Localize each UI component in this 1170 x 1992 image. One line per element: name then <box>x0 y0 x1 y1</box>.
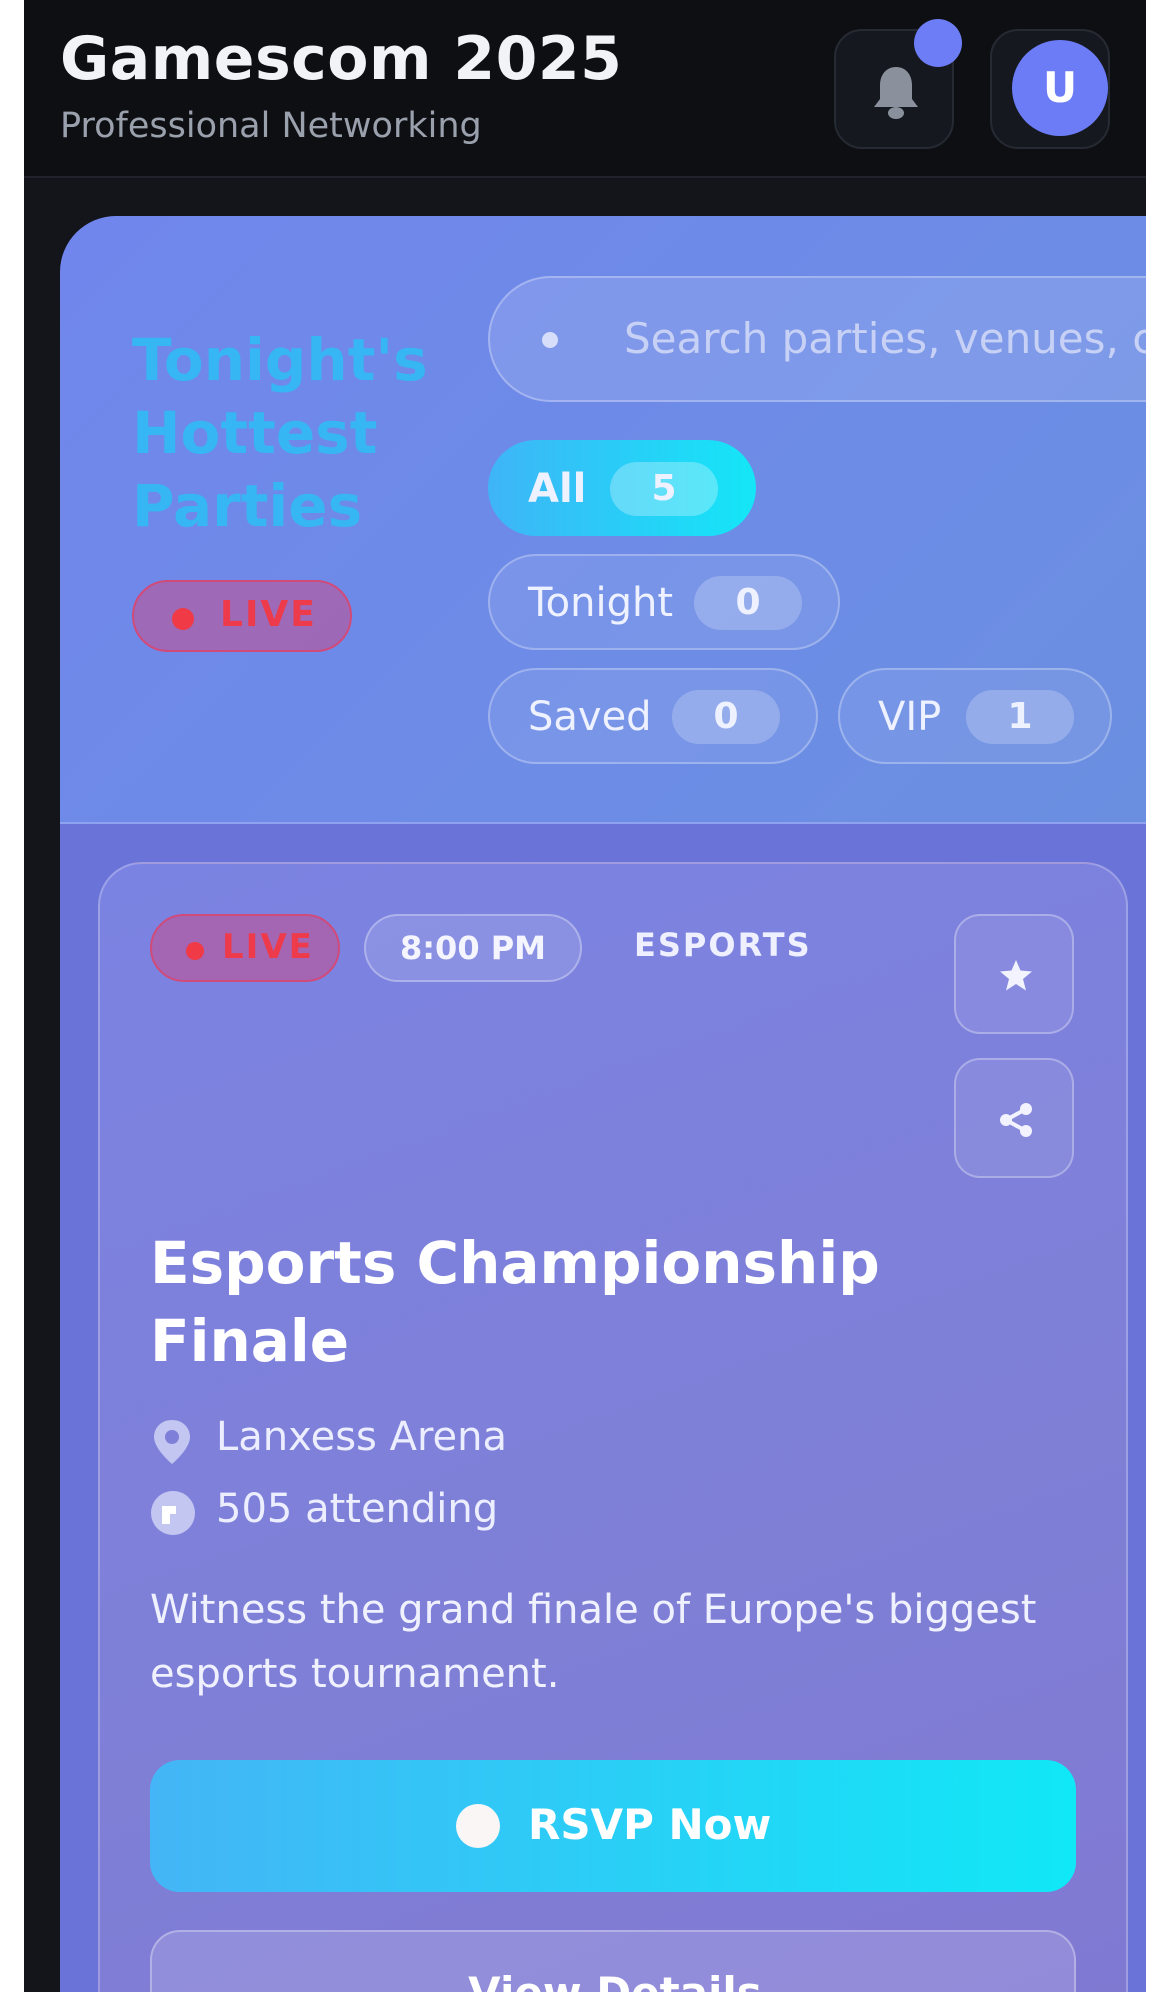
attending-text: 505 attending <box>216 1486 499 1532</box>
rsvp-label: RSVP Now <box>528 1800 772 1849</box>
venue-text: Lanxess Arena <box>216 1414 507 1460</box>
event-card[interactable]: LIVE 8:00 PM ESPORTS Esports Championshi… <box>98 862 1128 1992</box>
rsvp-button[interactable]: RSVP Now <box>150 1760 1076 1892</box>
star-icon <box>1000 960 1032 991</box>
live-dot-icon <box>172 608 194 630</box>
event-category: ESPORTS <box>634 926 812 964</box>
filter-count: 5 <box>610 462 718 516</box>
bell-icon <box>874 67 918 119</box>
event-live-badge: LIVE <box>150 914 340 982</box>
live-badge: LIVE <box>132 580 352 652</box>
search-icon <box>542 332 558 348</box>
hero-panel: Tonight's Hottest Parties LIVE Search pa… <box>60 216 1146 824</box>
share-icon <box>1000 1103 1032 1137</box>
event-title: Esports Championship Finale <box>150 1229 880 1375</box>
view-details-label: View Details <box>152 1968 1078 1992</box>
hero-title: Tonight's Hottest Parties <box>132 326 428 540</box>
filter-label: VIP <box>878 694 942 740</box>
filter-count: 0 <box>694 576 802 630</box>
share-event-button[interactable] <box>954 1058 1074 1178</box>
view-details-button[interactable]: View Details <box>150 1930 1076 1992</box>
filter-chip-all[interactable]: All 5 <box>488 440 756 536</box>
filter-label: All <box>528 466 587 512</box>
live-dot-icon <box>186 942 204 960</box>
avatar[interactable]: U <box>1012 40 1108 136</box>
filter-chip-tonight[interactable]: Tonight 0 <box>488 554 840 650</box>
live-label: LIVE <box>220 594 317 635</box>
people-icon <box>151 1491 195 1535</box>
filter-label: Saved <box>528 694 652 740</box>
filter-label: Tonight <box>528 580 673 626</box>
search-input[interactable]: Search parties, venues, c <box>488 276 1146 402</box>
filter-count: 1 <box>966 690 1074 744</box>
filter-count: 0 <box>672 690 780 744</box>
event-description: Witness the grand finale of Europe's big… <box>150 1587 1037 1697</box>
live-label: LIVE <box>222 927 314 967</box>
save-event-button[interactable] <box>954 914 1074 1034</box>
location-pin-icon <box>154 1420 190 1464</box>
app-subtitle: Professional Networking <box>60 106 482 146</box>
top-header: Gamescom 2025 Professional Networking U <box>24 0 1146 178</box>
notification-badge <box>914 19 962 67</box>
rsvp-circle-icon <box>456 1804 500 1848</box>
event-time: 8:00 PM <box>364 914 582 982</box>
filter-chip-saved[interactable]: Saved 0 <box>488 668 818 764</box>
search-placeholder: Search parties, venues, c <box>624 314 1146 363</box>
filter-chip-vip[interactable]: VIP 1 <box>838 668 1112 764</box>
app-title: Gamescom 2025 <box>60 24 623 94</box>
app-screen: Gamescom 2025 Professional Networking U … <box>24 0 1146 1992</box>
